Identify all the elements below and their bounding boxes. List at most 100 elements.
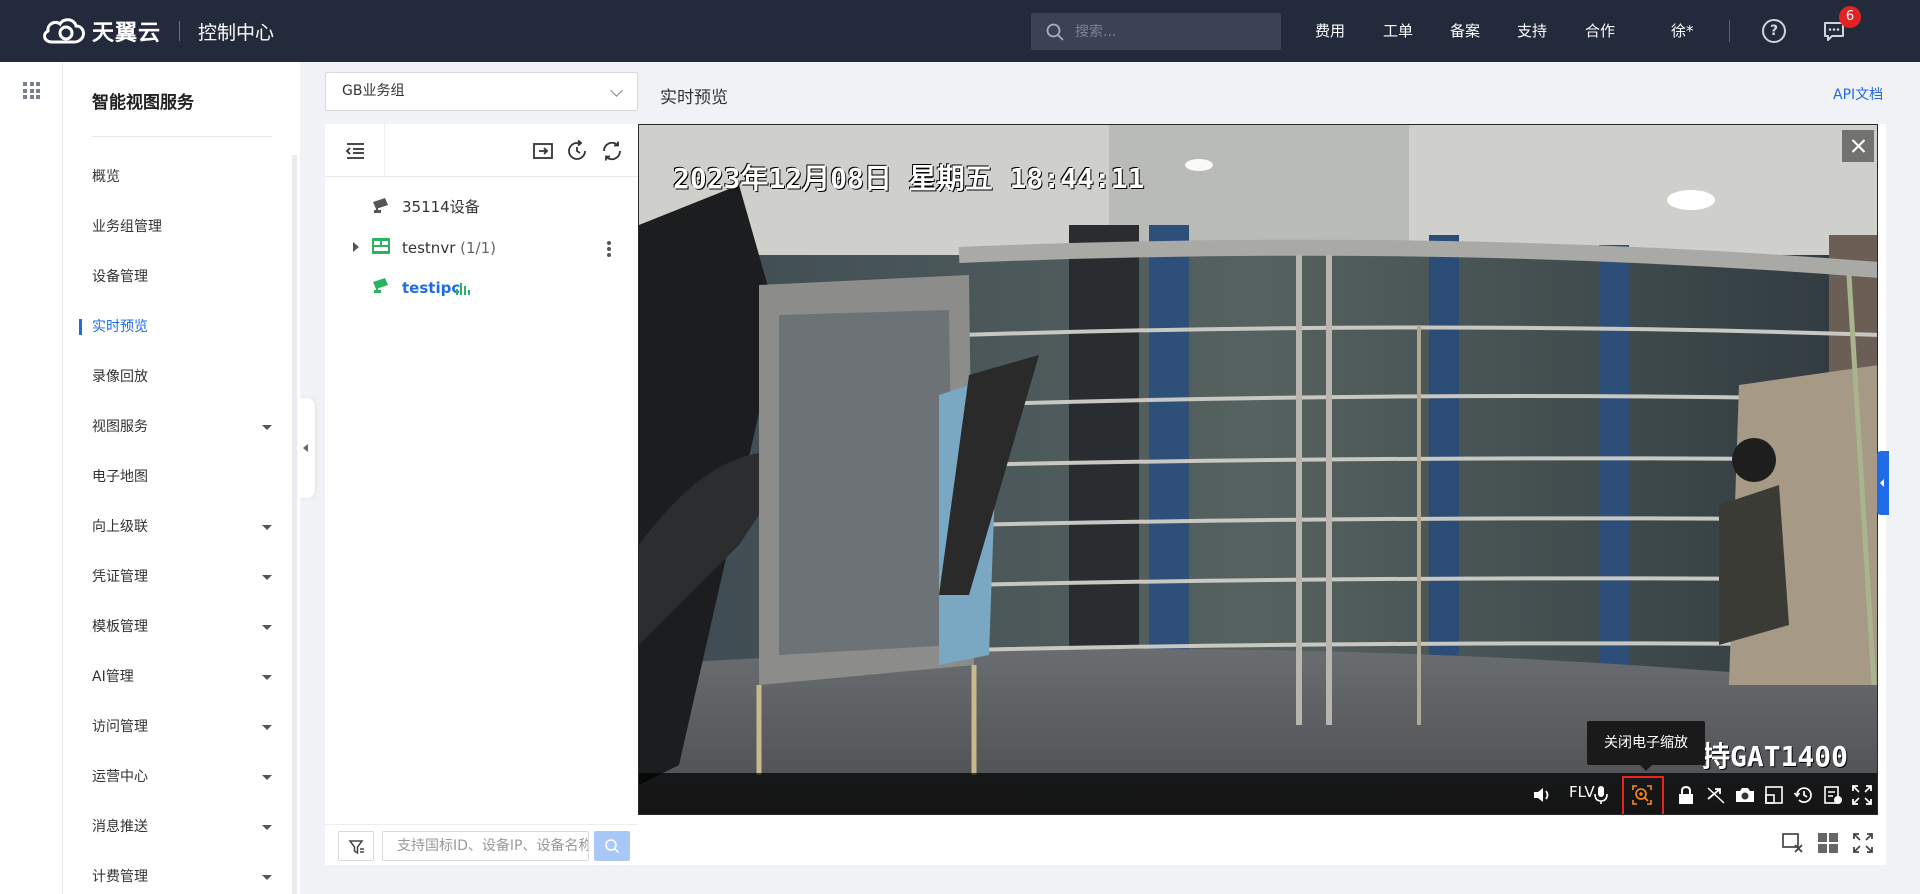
sync-devices-icon[interactable]	[531, 139, 555, 163]
lock-icon[interactable]	[1675, 784, 1697, 806]
menu-live-preview[interactable]: 实时预览	[92, 316, 272, 338]
nav-support[interactable]: 支持	[1517, 20, 1547, 41]
camera-feed-image	[639, 125, 1877, 814]
business-group-select[interactable]: GB业务组	[325, 72, 638, 111]
history-refresh-icon[interactable]	[565, 139, 589, 163]
api-doc-link[interactable]: API文档	[1833, 84, 1883, 104]
business-group-value: GB业务组	[342, 83, 405, 99]
sidebar-collapse-toggle[interactable]	[298, 398, 315, 498]
video-control-bar: FLV	[639, 773, 1877, 814]
menu-label: 概览	[92, 169, 120, 185]
menu-label: 运营中心	[92, 769, 148, 785]
toolbar-divider	[384, 124, 385, 177]
brand-name: 天翼云	[92, 21, 162, 46]
camera-snapshot-icon[interactable]	[1734, 784, 1756, 806]
signal-bars-icon	[456, 283, 470, 295]
menu-label: 计费管理	[92, 869, 148, 885]
close-video-button[interactable]	[1842, 130, 1874, 162]
menu-label: 电子地图	[92, 469, 148, 485]
layout-split-icon[interactable]	[1816, 831, 1840, 855]
menu-playback[interactable]: 录像回放	[92, 366, 272, 388]
caret-down-icon	[262, 675, 272, 680]
menu-ai[interactable]: AI管理	[92, 666, 272, 688]
tree-node-35114[interactable]: 35114设备	[402, 195, 480, 219]
menu-business-groups[interactable]: 业务组管理	[92, 216, 272, 238]
active-indicator	[79, 319, 82, 335]
side-menu: 智能视图服务 概览 业务组管理 设备管理 实时预览 录像回放 视图服务 电子地图…	[63, 62, 300, 894]
collapse-tree-icon[interactable]	[343, 139, 367, 163]
console-title[interactable]: 控制中心	[198, 18, 274, 45]
menu-label: 业务组管理	[92, 219, 162, 235]
caret-down-icon	[262, 825, 272, 830]
user-name[interactable]: 徐*	[1671, 20, 1694, 41]
brand-logo[interactable]: 天翼云 控制中心	[40, 12, 274, 50]
tree-node-testipc[interactable]: testipc	[402, 276, 460, 300]
ptz-disabled-icon[interactable]	[1705, 784, 1727, 806]
caret-down-icon	[262, 625, 272, 630]
camera-device-icon	[373, 198, 388, 213]
right-drawer-toggle[interactable]	[1877, 451, 1889, 515]
logo-divider	[179, 21, 181, 41]
menu-access[interactable]: 访问管理	[92, 716, 272, 738]
video-timestamp: 2023年12月08日 星期五 18:44:11	[673, 162, 1145, 195]
menu-label: 设备管理	[92, 269, 148, 285]
menu-overview[interactable]: 概览	[92, 166, 272, 188]
menu-label: 凭证管理	[92, 569, 148, 585]
menu-devices[interactable]: 设备管理	[92, 266, 272, 288]
picture-in-picture-icon[interactable]	[1763, 784, 1785, 806]
nav-billing[interactable]: 费用	[1315, 20, 1345, 41]
nav-filing[interactable]: 备案	[1450, 20, 1480, 41]
sidebar-scrollbar[interactable]	[292, 155, 297, 894]
refresh-icon[interactable]	[600, 139, 624, 163]
nvr-device-icon	[372, 238, 390, 254]
camera-online-icon	[373, 278, 388, 293]
digital-zoom-icon[interactable]	[1631, 784, 1653, 806]
video-player[interactable]: 2023年12月08日 星期五 18:44:11 持GAT1400 关闭电子缩放…	[638, 124, 1878, 815]
expand-all-icon[interactable]	[1851, 831, 1875, 855]
menu-label: 向上级联	[92, 519, 148, 535]
menu-cascade[interactable]: 向上级联	[92, 516, 272, 538]
close-all-windows-icon[interactable]	[1781, 831, 1805, 855]
apps-grid-icon[interactable]	[23, 82, 40, 99]
tree-node-label: testnvr	[402, 239, 456, 257]
more-actions-icon[interactable]	[607, 241, 611, 257]
filter-icon	[348, 840, 364, 855]
tree-node-testnvr[interactable]: testnvr (1/1)	[402, 236, 496, 260]
menu-label: 录像回放	[92, 369, 148, 385]
menu-label: 访问管理	[92, 719, 148, 735]
fullscreen-icon[interactable]	[1851, 784, 1873, 806]
global-search[interactable]	[1031, 13, 1281, 50]
search-icon	[1046, 23, 1064, 41]
page-title: 实时预览	[660, 88, 728, 108]
menu-label: 实时预览	[92, 319, 148, 335]
menu-e-map[interactable]: 电子地图	[92, 466, 272, 488]
menu-billing[interactable]: 计费管理	[92, 866, 272, 888]
tree-node-label: testipc	[402, 279, 461, 297]
device-search-button[interactable]	[594, 831, 630, 861]
playback-history-icon[interactable]	[1793, 784, 1815, 806]
caret-down-icon	[262, 525, 272, 530]
product-rail	[0, 62, 63, 894]
filter-button[interactable]	[338, 831, 374, 861]
zoom-tooltip: 关闭电子缩放	[1587, 721, 1705, 771]
menu-templates[interactable]: 模板管理	[92, 616, 272, 638]
expand-caret-icon[interactable]	[353, 242, 359, 252]
menu-view-service[interactable]: 视图服务	[92, 416, 272, 438]
menu-push[interactable]: 消息推送	[92, 816, 272, 838]
global-search-input[interactable]	[1075, 23, 1265, 40]
nav-partner[interactable]: 合作	[1585, 20, 1615, 41]
menu-operations[interactable]: 运营中心	[92, 766, 272, 788]
nav-tickets[interactable]: 工单	[1383, 20, 1413, 41]
caret-down-icon	[262, 575, 272, 580]
menu-credentials[interactable]: 凭证管理	[92, 566, 272, 588]
volume-icon[interactable]	[1531, 784, 1553, 806]
help-icon[interactable]: ?	[1762, 19, 1786, 43]
record-list-icon[interactable]	[1822, 784, 1844, 806]
device-search-input[interactable]	[382, 831, 589, 861]
tree-search-bar	[325, 824, 638, 865]
caret-down-icon	[262, 725, 272, 730]
microphone-icon[interactable]	[1590, 784, 1612, 806]
menu-label: 消息推送	[92, 819, 148, 835]
message-count-badge: 6	[1839, 6, 1861, 28]
caret-down-icon	[262, 775, 272, 780]
